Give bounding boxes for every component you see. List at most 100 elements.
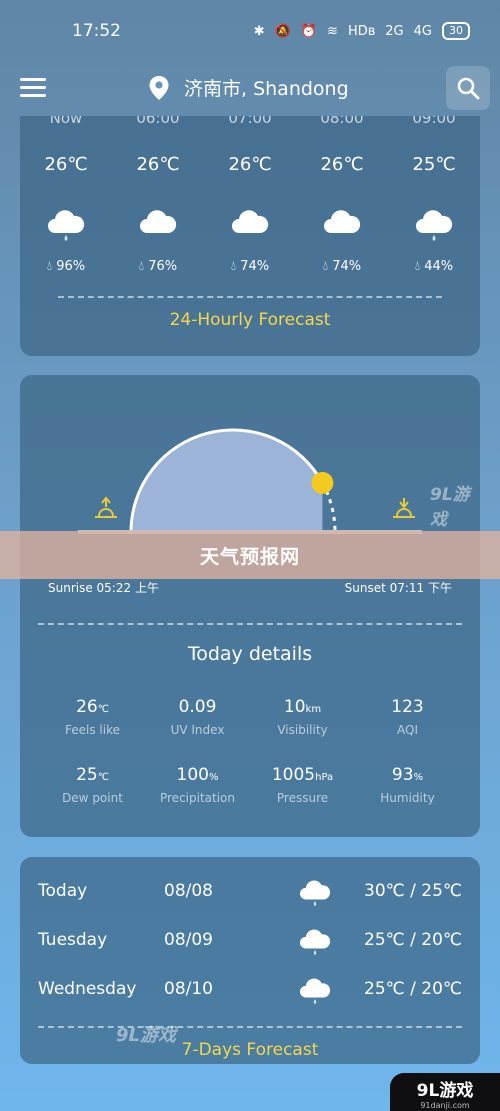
hour-column: 07:00 26℃ 💧︎ 74% bbox=[204, 116, 296, 286]
detail-value: 26 bbox=[76, 697, 98, 717]
signal-2g-label: 2G bbox=[385, 23, 404, 39]
cloud-icon bbox=[140, 210, 177, 233]
hour-temp: 26℃ bbox=[320, 154, 364, 175]
day-row[interactable]: Today 08/08 30℃ / 25℃ bbox=[38, 877, 462, 907]
rain-cloud-icon bbox=[300, 929, 331, 956]
status-bar: 17:52 ✱ 🔕 ⏰ ≋ HDʙ 2G 4G 30 bbox=[0, 0, 500, 62]
wifi-icon: ≋ bbox=[327, 23, 338, 39]
sun-details-card: 9L游戏 Sunrise 05:22 上午 Sunset 07:11 下午 To… bbox=[20, 375, 480, 837]
hour-column: 09:00 25℃ 💧︎ 44% bbox=[388, 116, 480, 286]
status-icons: ✱ 🔕 ⏰ ≋ HDʙ 2G 4G 30 bbox=[254, 22, 470, 40]
daily-forecast-card: Today 08/08 30℃ / 25℃ Tuesday 08/09 25℃ / 20℃… bbox=[20, 857, 480, 1064]
hd-label: HDʙ bbox=[347, 23, 376, 39]
detail-unit: km bbox=[305, 704, 322, 715]
hour-label: Now bbox=[49, 116, 83, 127]
detail-value: 1005 bbox=[271, 765, 316, 785]
location[interactable]: 济南市, Shandong bbox=[148, 74, 349, 101]
hour-humidity-value: 74% bbox=[332, 259, 362, 274]
detail-uv-index: 0.09 UV Index bbox=[145, 697, 250, 737]
detail-visibility: 10km Visibility bbox=[250, 697, 355, 737]
rain-cloud-icon bbox=[300, 978, 331, 1005]
watermark-corner: 9L游戏 91danji.com bbox=[390, 1073, 500, 1111]
hour-humidity-value: 74% bbox=[240, 259, 270, 274]
detail-value: 10 bbox=[283, 697, 306, 717]
hour-label: 08:00 bbox=[320, 116, 364, 127]
detail-humidity: 93% Humidity bbox=[355, 765, 460, 805]
details-grid: 26℃ Feels like 0.09 UV Index 10km Visibility 1… bbox=[40, 697, 460, 805]
detail-label: Humidity bbox=[380, 791, 435, 805]
droplet-icon: 💧︎ bbox=[138, 259, 149, 274]
detail-value: 93 bbox=[391, 765, 414, 785]
menu-button[interactable] bbox=[20, 78, 46, 100]
hourly-forecast-link[interactable]: 24-Hourly Forecast bbox=[20, 310, 480, 330]
hour-label: 07:00 bbox=[228, 116, 272, 127]
detail-dew-point: 25℃ Dew point bbox=[40, 765, 145, 805]
bluetooth-icon: ✱ bbox=[253, 23, 265, 39]
detail-unit: % bbox=[208, 772, 219, 783]
hour-humidity: 💧︎ 74% bbox=[296, 259, 388, 274]
day-name: Tuesday bbox=[38, 930, 108, 950]
day-temp-range: 25℃ / 20℃ bbox=[364, 930, 462, 950]
divider bbox=[38, 1026, 462, 1028]
day-name: Wednesday bbox=[38, 979, 137, 999]
search-icon bbox=[457, 77, 480, 100]
watermark-corner-url: 91danji.com bbox=[420, 1101, 470, 1110]
droplet-icon: 💧︎ bbox=[322, 259, 333, 274]
hour-humidity-value: 44% bbox=[424, 259, 454, 274]
hour-humidity: 💧︎ 44% bbox=[388, 259, 480, 274]
day-name: Today bbox=[38, 881, 88, 901]
droplet-icon: 💧︎ bbox=[46, 259, 57, 274]
hour-temp: 26℃ bbox=[228, 154, 272, 175]
cloud-icon bbox=[324, 210, 361, 233]
hour-temp: 26℃ bbox=[44, 154, 88, 175]
mute-icon: 🔕 bbox=[274, 23, 291, 39]
battery-icon: 30 bbox=[442, 22, 470, 40]
hour-humidity: 💧︎ 74% bbox=[204, 259, 296, 274]
sun-position-icon bbox=[311, 471, 334, 494]
search-button[interactable] bbox=[446, 66, 490, 110]
sunrise-time: Sunrise 05:22 上午 bbox=[48, 581, 159, 595]
detail-label: UV Index bbox=[170, 723, 225, 737]
daily-forecast-link[interactable]: 7-Days Forecast bbox=[20, 1040, 480, 1060]
hour-humidity: 💧︎ 76% bbox=[112, 259, 204, 274]
rain-cloud-icon bbox=[300, 880, 331, 907]
hour-humidity-value: 76% bbox=[148, 259, 178, 274]
today-details-title: Today details bbox=[187, 643, 313, 665]
droplet-icon: 💧︎ bbox=[230, 259, 241, 274]
detail-label: Pressure bbox=[276, 791, 329, 805]
day-date: 08/10 bbox=[164, 979, 213, 999]
signal-4g-label: 4G bbox=[413, 23, 432, 39]
detail-label: Dew point bbox=[62, 791, 123, 805]
rain-cloud-icon bbox=[416, 210, 453, 241]
droplet-icon: 💧︎ bbox=[414, 259, 425, 274]
day-date: 08/08 bbox=[164, 881, 213, 901]
detail-value: 0.09 bbox=[178, 697, 217, 717]
sunset-icon bbox=[393, 498, 415, 518]
detail-unit: hPa bbox=[315, 772, 334, 783]
detail-value: 25 bbox=[76, 765, 98, 785]
alarm-icon: ⏰ bbox=[300, 23, 318, 39]
hour-column: Now 26℃ 💧︎ 96% bbox=[20, 116, 112, 286]
cloud-icon bbox=[232, 210, 269, 233]
location-pin-icon bbox=[149, 75, 169, 100]
day-temp-range: 25℃ / 20℃ bbox=[364, 979, 462, 999]
detail-label: Visibility bbox=[277, 723, 328, 737]
hourly-forecast-card: Now 26℃ 💧︎ 96% 06:00 26℃ 💧︎ 76% 07:00 26℃ 💧︎ 74%… bbox=[20, 116, 480, 356]
detail-unit: ℃ bbox=[97, 772, 109, 783]
day-row[interactable]: Tuesday 08/09 25℃ / 20℃ bbox=[38, 926, 462, 956]
app-bar: 济南市, Shandong bbox=[0, 62, 500, 116]
detail-value: 100 bbox=[176, 765, 209, 785]
site-banner: 天气预报网 bbox=[0, 531, 500, 579]
hour-column: 08:00 26℃ 💧︎ 74% bbox=[296, 116, 388, 286]
detail-aqi: 123 AQI bbox=[355, 697, 460, 737]
hour-temp: 26℃ bbox=[136, 154, 180, 175]
watermark-logo: 9L游戏 bbox=[430, 485, 470, 530]
hour-label: 06:00 bbox=[136, 116, 180, 127]
hour-humidity-value: 96% bbox=[56, 259, 86, 274]
sunset-time: Sunset 07:11 下午 bbox=[344, 581, 452, 595]
day-row[interactable]: Wednesday 08/10 25℃ / 20℃ bbox=[38, 975, 462, 1005]
rain-cloud-icon bbox=[48, 210, 85, 241]
status-time: 17:52 bbox=[72, 21, 121, 41]
day-date: 08/09 bbox=[164, 930, 213, 950]
detail-pressure: 1005hPa Pressure bbox=[250, 765, 355, 805]
